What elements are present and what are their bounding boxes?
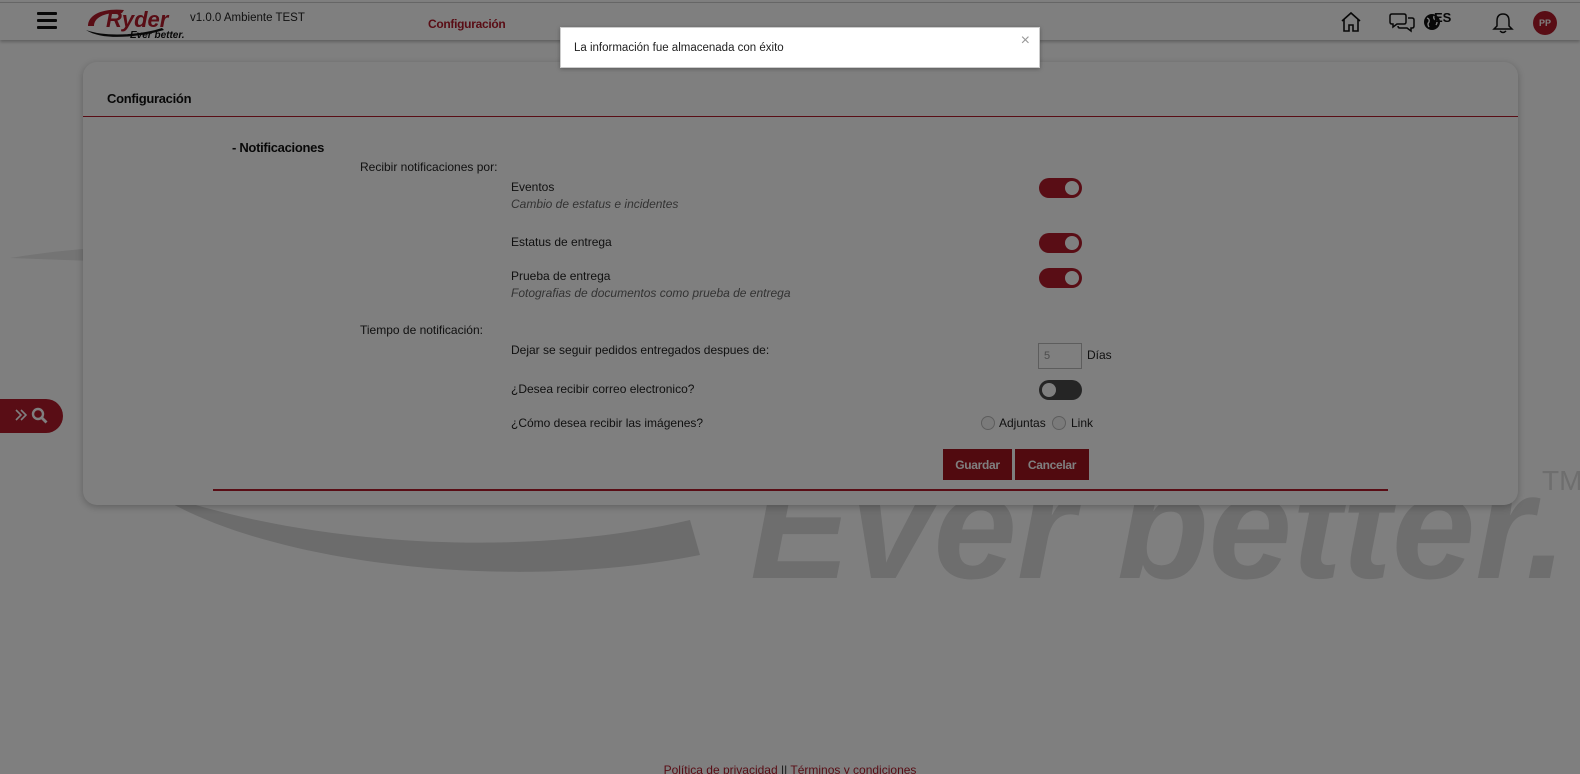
close-icon[interactable]: × [1021,33,1030,49]
toast-message: La información fue almacenada con éxito [574,42,784,54]
success-toast: La información fue almacenada con éxito … [560,27,1040,68]
modal-overlay[interactable] [0,0,1580,774]
